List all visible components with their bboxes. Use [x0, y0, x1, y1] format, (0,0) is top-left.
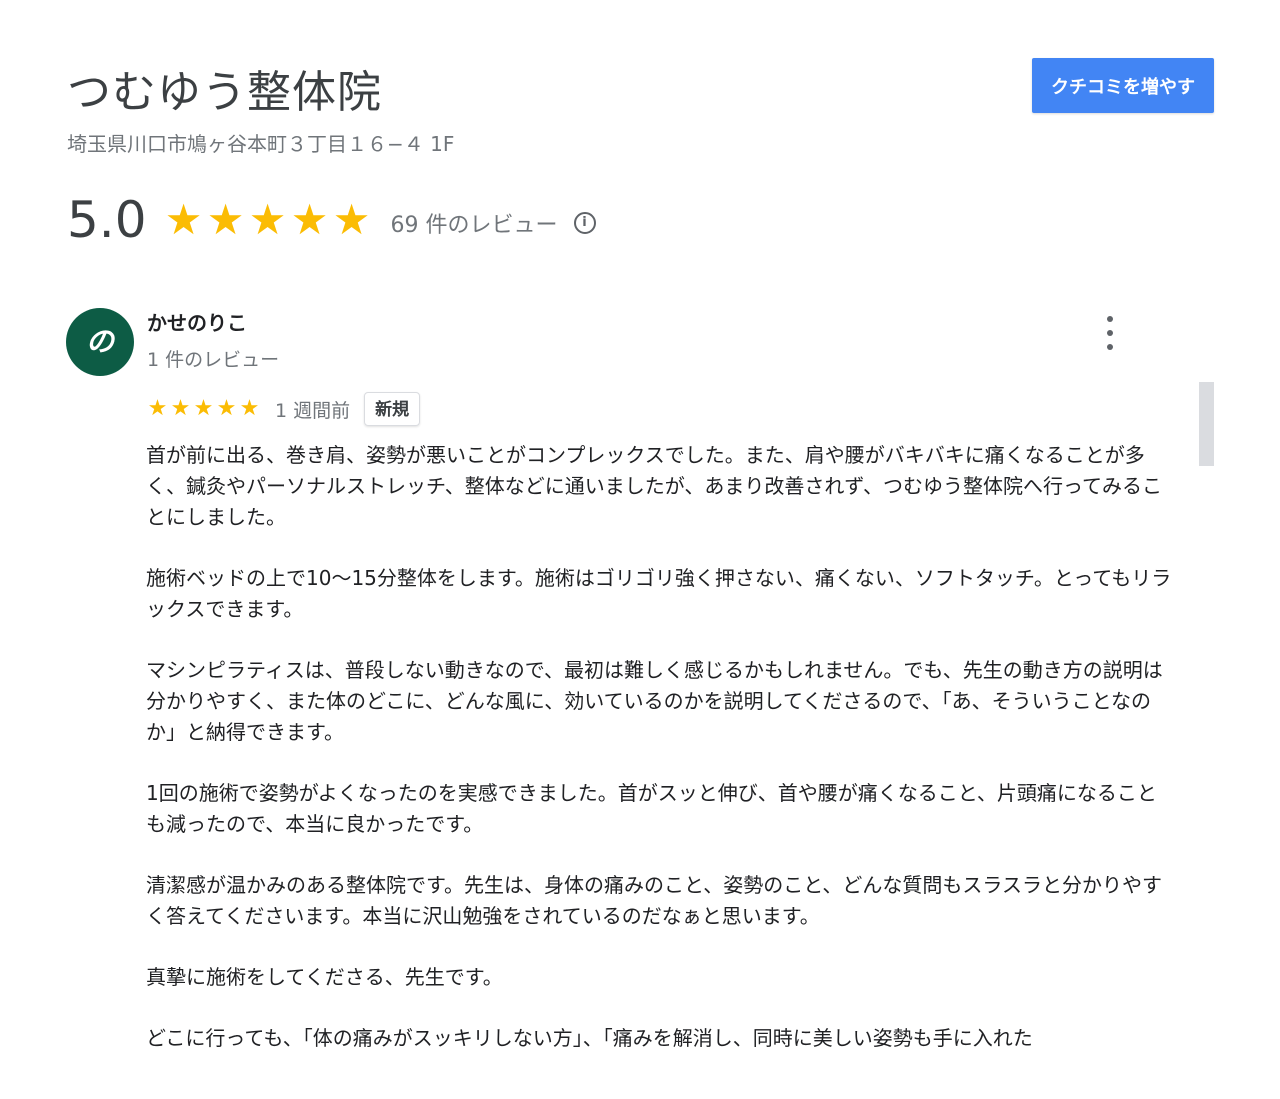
review-rating-row: ★ ★ ★ ★ ★ 1 週間前 新規 — [146, 390, 421, 428]
increase-reviews-button[interactable]: クチコミを増やす — [1032, 58, 1214, 113]
review-stars: ★ ★ ★ ★ ★ — [146, 398, 261, 420]
average-rating: 5.0 — [67, 191, 147, 249]
rating-summary: 5.0 ★ ★ ★ ★ ★ 69 件のレビュー i — [67, 188, 596, 252]
reviewer-name[interactable]: かせのりこ — [147, 309, 247, 337]
star-icon: ★ — [170, 396, 191, 421]
star-icon: ★ — [290, 195, 329, 244]
review-count[interactable]: 69 件のレビュー — [391, 207, 558, 239]
average-rating-stars: ★ ★ ★ ★ ★ — [163, 199, 373, 241]
more-vert-icon[interactable] — [1098, 316, 1122, 350]
review-paragraph: マシンピラティスは、普段しない動きなので、最初は難しく感じるかもしれません。でも… — [146, 658, 1163, 744]
review-date: 1 週間前 — [275, 399, 351, 422]
review-paragraph: 清潔感が温かみのある整体院です。先生は、身体の痛みのこと、姿勢のこと、どんな質問… — [146, 873, 1162, 928]
review-paragraph: 首が前に出る、巻き肩、姿勢が悪いことがコンプレックスでした。また、肩や腰がバキバ… — [146, 443, 1162, 529]
star-icon: ★ — [248, 195, 287, 244]
review-paragraph: 施術ベッドの上で10〜15分整体をします。施術はゴリゴリ強く押さない、痛くない、… — [146, 566, 1172, 621]
info-icon[interactable]: i — [573, 212, 596, 234]
review-paragraph: 1回の施術で姿勢がよくなったのを実感できました。首がスッと伸び、首や腰が痛くなる… — [146, 781, 1157, 836]
star-icon: ★ — [332, 195, 371, 244]
review-text: 首が前に出る、巻き肩、姿勢が悪いことがコンプレックスでした。また、肩や腰がバキバ… — [146, 440, 1176, 1099]
star-icon: ★ — [164, 195, 203, 244]
star-icon: ★ — [216, 396, 237, 421]
review-paragraph: どこに行っても、「体の痛みがスッキリしない方」、「痛みを解消し、同時に美しい姿勢… — [146, 1026, 1033, 1050]
new-badge: 新規 — [364, 392, 421, 426]
star-icon: ★ — [193, 396, 214, 421]
scrollbar-thumb[interactable] — [1199, 382, 1214, 466]
review-paragraph: 真摯に施術をしてくださる、先生です。 — [146, 965, 503, 989]
star-icon: ★ — [147, 396, 168, 421]
business-address: 埼玉県川口市鳩ヶ谷本町３丁目１６−４ 1F — [67, 132, 455, 156]
avatar[interactable]: の — [66, 308, 134, 376]
reviewer-review-count: 1 件のレビュー — [147, 349, 280, 371]
star-icon: ★ — [239, 396, 260, 421]
star-icon: ★ — [206, 195, 245, 244]
